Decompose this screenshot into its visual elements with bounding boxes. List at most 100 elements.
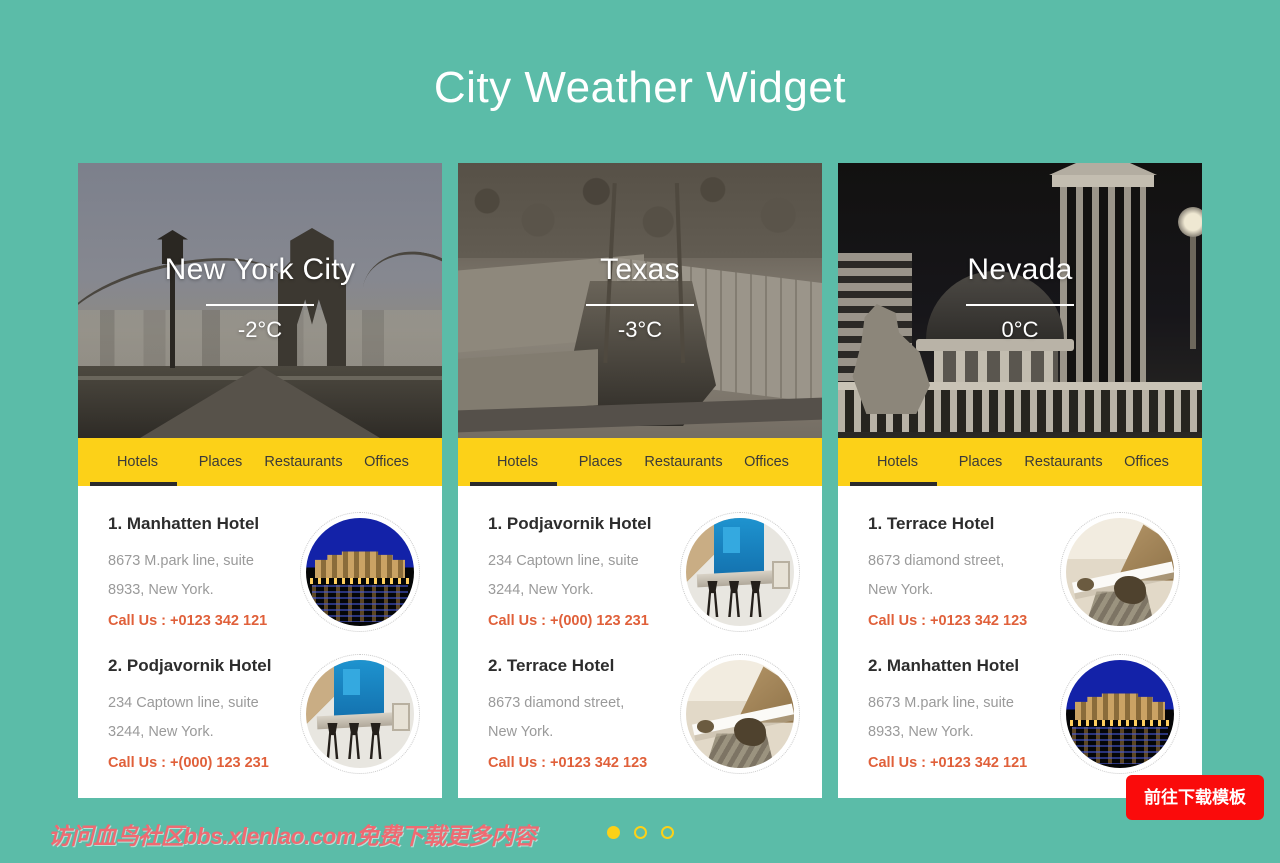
city-name: Nevada bbox=[967, 252, 1073, 286]
hotel-address-line-2: 8933, New York. bbox=[108, 581, 214, 598]
hotel-name: 2. Manhatten Hotel bbox=[868, 656, 1020, 675]
card-hero: New York City -2°C bbox=[78, 163, 442, 438]
tab-restaurants[interactable]: Restaurants bbox=[262, 438, 345, 486]
hero-overlay: New York City -2°C bbox=[78, 163, 442, 438]
hotel-thumbnail[interactable] bbox=[1060, 512, 1180, 632]
phone-number: +(000) 123 231 bbox=[550, 612, 649, 629]
tab-hotels[interactable]: Hotels bbox=[850, 438, 939, 486]
hotel-address-line-1: 234 Captown line, suite bbox=[108, 695, 259, 712]
tab-restaurants[interactable]: Restaurants bbox=[1022, 438, 1105, 486]
hotel-thumbnail[interactable] bbox=[300, 512, 420, 632]
hotel-info: 1. Terrace Hotel 8673 diamond street, Ne… bbox=[868, 512, 1052, 629]
hotel-address-line-1: 8673 M.park line, suite bbox=[108, 553, 254, 570]
city-name: New York City bbox=[164, 252, 356, 286]
list-item: 1. Manhatten Hotel 8673 M.park line, sui… bbox=[78, 512, 442, 632]
hotel-thumbnail[interactable] bbox=[680, 512, 800, 632]
hotel-phone[interactable]: Call Us : +0123 342 123 bbox=[868, 613, 1052, 629]
hotel-address-line-2: New York. bbox=[868, 581, 934, 598]
pagination-dot-2[interactable] bbox=[633, 826, 647, 839]
hotel-list: 1. Manhatten Hotel 8673 M.park line, sui… bbox=[78, 486, 442, 798]
hotel-info: 2. Manhatten Hotel 8673 M.park line, sui… bbox=[868, 654, 1052, 771]
watermark-text: 访问血鸟社区bbs.xlenlao.com免费下载更多内容 bbox=[48, 823, 536, 849]
terrace-coastal-photo bbox=[686, 660, 794, 768]
tab-offices[interactable]: Offices bbox=[725, 438, 808, 486]
hotel-info: 1. Manhatten Hotel 8673 M.park line, sui… bbox=[108, 512, 292, 629]
card-hero: Nevada 0°C bbox=[838, 163, 1202, 438]
card-tabs: Hotels Places Restaurants Offices bbox=[838, 438, 1202, 486]
page-title: City Weather Widget bbox=[433, 63, 847, 112]
hotel-list: 1. Podjavornik Hotel 234 Captown line, s… bbox=[458, 486, 822, 798]
call-us-label: Call Us : bbox=[868, 754, 931, 771]
city-name: Texas bbox=[600, 252, 680, 286]
hotel-address-line-2: New York. bbox=[488, 723, 554, 740]
hotel-info: 2. Terrace Hotel 8673 diamond street, Ne… bbox=[488, 654, 672, 771]
card-hero: Texas -3°C bbox=[458, 163, 822, 438]
hotel-address-line-2: 3244, New York. bbox=[488, 581, 594, 598]
city-temperature: 0°C bbox=[1001, 316, 1039, 342]
call-us-label: Call Us : bbox=[108, 612, 171, 629]
hotel-thumbnail[interactable] bbox=[680, 654, 800, 774]
tab-places[interactable]: Places bbox=[939, 438, 1022, 486]
terrace-coastal-photo bbox=[1066, 518, 1174, 626]
list-item: 2. Podjavornik Hotel 234 Captown line, s… bbox=[78, 654, 442, 774]
hotel-address-line-2: 8933, New York. bbox=[868, 723, 974, 740]
phone-number: +0123 342 123 bbox=[930, 612, 1028, 629]
city-card-new-york-city: New York City -2°C Hotels Places Restaur… bbox=[78, 163, 442, 798]
hotel-info: 2. Podjavornik Hotel 234 Captown line, s… bbox=[108, 654, 292, 771]
city-card-texas: Texas -3°C Hotels Places Restaurants Off… bbox=[458, 163, 822, 798]
hotel-night-photo bbox=[1066, 660, 1174, 768]
hotel-phone[interactable]: Call Us : +0123 342 123 bbox=[488, 755, 672, 771]
hotel-phone[interactable]: Call Us : +(000) 123 231 bbox=[108, 755, 292, 771]
hotel-info: 1. Podjavornik Hotel 234 Captown line, s… bbox=[488, 512, 672, 629]
hotel-phone[interactable]: Call Us : +0123 342 121 bbox=[868, 755, 1052, 771]
pagination-dot-3[interactable] bbox=[660, 826, 674, 839]
hotel-address-line-1: 234 Captown line, suite bbox=[488, 553, 639, 570]
city-temperature: -2°C bbox=[237, 316, 283, 342]
divider-rule bbox=[966, 303, 1074, 306]
card-tabs: Hotels Places Restaurants Offices bbox=[458, 438, 822, 486]
hotel-phone[interactable]: Call Us : +(000) 123 231 bbox=[488, 613, 672, 629]
hero-overlay: Texas -3°C bbox=[458, 163, 822, 438]
hotel-list: 1. Terrace Hotel 8673 diamond street, Ne… bbox=[838, 486, 1202, 798]
city-temperature: -3°C bbox=[617, 316, 663, 342]
tab-offices[interactable]: Offices bbox=[1105, 438, 1188, 486]
hotel-thumbnail[interactable] bbox=[300, 654, 420, 774]
tab-places[interactable]: Places bbox=[559, 438, 642, 486]
list-item: 1. Podjavornik Hotel 234 Captown line, s… bbox=[458, 512, 822, 632]
hotel-phone[interactable]: Call Us : +0123 342 121 bbox=[108, 613, 292, 629]
hotel-name: 1. Manhatten Hotel bbox=[108, 514, 260, 533]
call-us-label: Call Us : bbox=[488, 754, 551, 771]
hotel-address-line-1: 8673 diamond street, bbox=[488, 695, 625, 712]
divider-rule bbox=[206, 303, 314, 306]
divider-rule bbox=[586, 303, 694, 306]
city-cards-row: New York City -2°C Hotels Places Restaur… bbox=[0, 163, 1280, 798]
call-us-label: Call Us : bbox=[488, 612, 551, 629]
cafe-interior-photo bbox=[306, 660, 414, 768]
tab-restaurants[interactable]: Restaurants bbox=[642, 438, 725, 486]
download-template-button[interactable]: 前往下载模板 bbox=[1126, 775, 1264, 820]
hotel-address-line-1: 8673 M.park line, suite bbox=[868, 695, 1014, 712]
list-item: 1. Terrace Hotel 8673 diamond street, Ne… bbox=[838, 512, 1202, 632]
list-item: 2. Manhatten Hotel 8673 M.park line, sui… bbox=[838, 654, 1202, 774]
hotel-name: 2. Terrace Hotel bbox=[488, 656, 615, 675]
tab-hotels[interactable]: Hotels bbox=[470, 438, 559, 486]
tab-places[interactable]: Places bbox=[179, 438, 262, 486]
phone-number: +0123 342 121 bbox=[930, 754, 1028, 771]
tab-offices[interactable]: Offices bbox=[345, 438, 428, 486]
city-card-nevada: Nevada 0°C Hotels Places Restaurants Off… bbox=[838, 163, 1202, 798]
phone-number: +0123 342 123 bbox=[550, 754, 648, 771]
hotel-night-photo bbox=[306, 518, 414, 626]
hotel-name: 2. Podjavornik Hotel bbox=[108, 656, 272, 675]
pagination-dot-1[interactable] bbox=[606, 826, 620, 839]
call-us-label: Call Us : bbox=[108, 754, 171, 771]
hotel-thumbnail[interactable] bbox=[1060, 654, 1180, 774]
tab-hotels[interactable]: Hotels bbox=[90, 438, 179, 486]
phone-number: +(000) 123 231 bbox=[170, 754, 269, 771]
call-us-label: Call Us : bbox=[868, 612, 931, 629]
list-item: 2. Terrace Hotel 8673 diamond street, Ne… bbox=[458, 654, 822, 774]
hotel-address-line-2: 3244, New York. bbox=[108, 723, 214, 740]
card-tabs: Hotels Places Restaurants Offices bbox=[78, 438, 442, 486]
phone-number: +0123 342 121 bbox=[170, 612, 268, 629]
hotel-address-line-1: 8673 diamond street, bbox=[868, 553, 1005, 570]
hotel-name: 1. Podjavornik Hotel bbox=[488, 514, 652, 533]
